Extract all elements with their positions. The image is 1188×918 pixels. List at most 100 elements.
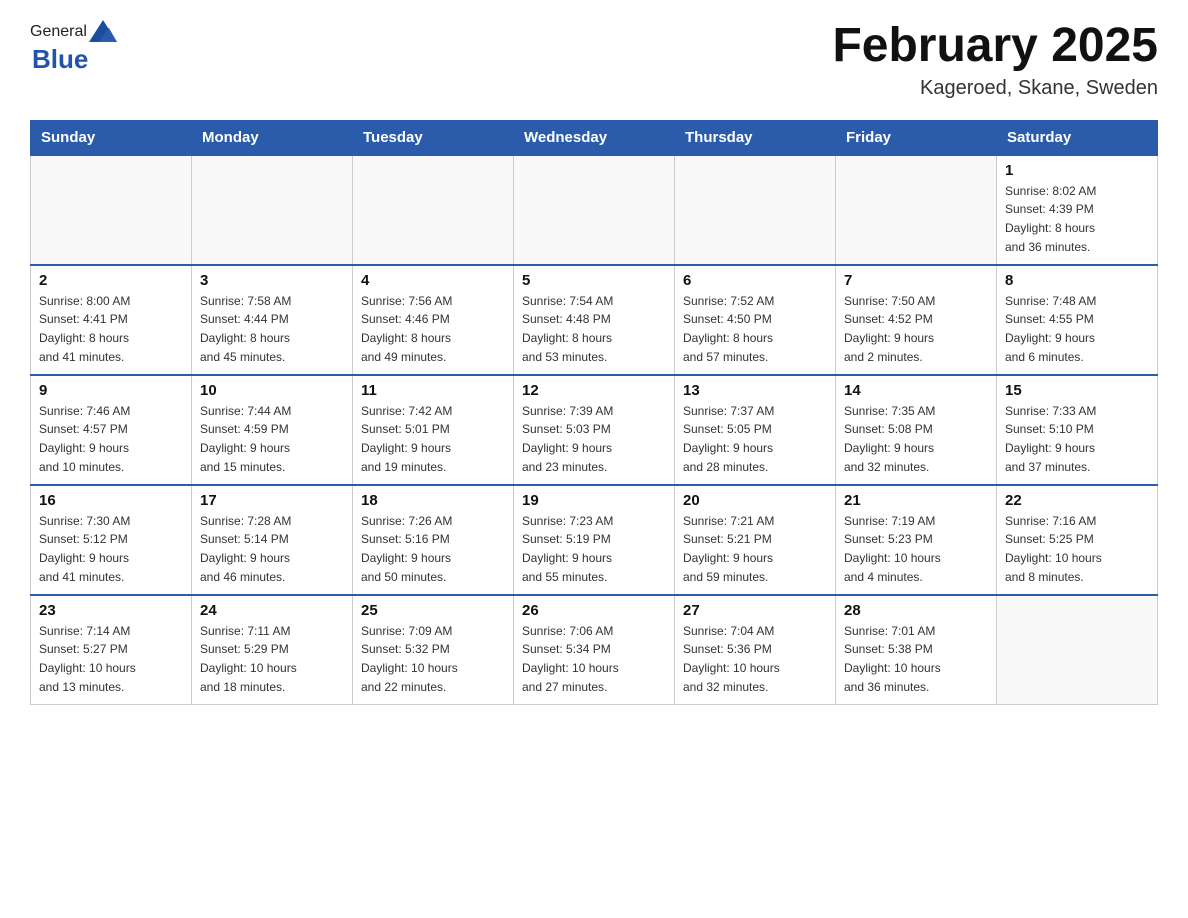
calendar-cell: 13 Sunrise: 7:37 AMSunset: 5:05 PMDayligh…: [675, 375, 836, 485]
calendar-cell: 17 Sunrise: 7:28 AMSunset: 5:14 PMDayligh…: [192, 485, 353, 595]
calendar-cell: [353, 155, 514, 265]
weekday-header-saturday: Saturday: [997, 120, 1158, 155]
calendar-cell: [192, 155, 353, 265]
calendar-cell: [997, 595, 1158, 705]
day-number: 8: [1005, 272, 1149, 289]
day-info: Sunrise: 7:28 AMSunset: 5:14 PMDaylight:…: [200, 512, 344, 586]
calendar-week-row: 1 Sunrise: 8:02 AMSunset: 4:39 PMDaylight…: [31, 155, 1158, 265]
day-number: 6: [683, 272, 827, 289]
weekday-header-thursday: Thursday: [675, 120, 836, 155]
day-info: Sunrise: 7:33 AMSunset: 5:10 PMDaylight:…: [1005, 402, 1149, 476]
calendar-cell: 5 Sunrise: 7:54 AMSunset: 4:48 PMDaylight…: [514, 265, 675, 375]
day-info: Sunrise: 7:09 AMSunset: 5:32 PMDaylight:…: [361, 622, 505, 696]
day-number: 1: [1005, 162, 1149, 179]
day-info: Sunrise: 7:35 AMSunset: 5:08 PMDaylight:…: [844, 402, 988, 476]
day-number: 2: [39, 272, 183, 289]
day-info: Sunrise: 7:46 AMSunset: 4:57 PMDaylight:…: [39, 402, 183, 476]
day-number: 20: [683, 492, 827, 509]
day-number: 10: [200, 382, 344, 399]
logo: General Blue: [30, 20, 117, 75]
day-info: Sunrise: 7:04 AMSunset: 5:36 PMDaylight:…: [683, 622, 827, 696]
calendar-cell: [836, 155, 997, 265]
day-number: 19: [522, 492, 666, 509]
day-info: Sunrise: 7:50 AMSunset: 4:52 PMDaylight:…: [844, 292, 988, 366]
calendar-cell: 11 Sunrise: 7:42 AMSunset: 5:01 PMDayligh…: [353, 375, 514, 485]
day-info: Sunrise: 7:01 AMSunset: 5:38 PMDaylight:…: [844, 622, 988, 696]
calendar-cell: [31, 155, 192, 265]
calendar-cell: 7 Sunrise: 7:50 AMSunset: 4:52 PMDaylight…: [836, 265, 997, 375]
day-number: 17: [200, 492, 344, 509]
calendar-cell: 14 Sunrise: 7:35 AMSunset: 5:08 PMDayligh…: [836, 375, 997, 485]
calendar-cell: 2Sunrise: 8:00 AMSunset: 4:41 PMDaylight…: [31, 265, 192, 375]
day-info: Sunrise: 7:21 AMSunset: 5:21 PMDaylight:…: [683, 512, 827, 586]
day-info: Sunrise: 7:16 AMSunset: 5:25 PMDaylight:…: [1005, 512, 1149, 586]
day-info: Sunrise: 7:14 AMSunset: 5:27 PMDaylight:…: [39, 622, 183, 696]
weekday-header-wednesday: Wednesday: [514, 120, 675, 155]
calendar-subtitle: Kageroed, Skane, Sweden: [832, 77, 1158, 100]
calendar-week-row: 16 Sunrise: 7:30 AMSunset: 5:12 PMDayligh…: [31, 485, 1158, 595]
day-info: Sunrise: 7:56 AMSunset: 4:46 PMDaylight:…: [361, 292, 505, 366]
day-number: 11: [361, 382, 505, 399]
calendar-cell: 1 Sunrise: 8:02 AMSunset: 4:39 PMDaylight…: [997, 155, 1158, 265]
calendar-week-row: 23 Sunrise: 7:14 AMSunset: 5:27 PMDayligh…: [31, 595, 1158, 705]
day-number: 16: [39, 492, 183, 509]
day-info: Sunrise: 7:39 AMSunset: 5:03 PMDaylight:…: [522, 402, 666, 476]
logo-general-text: General: [30, 23, 87, 41]
day-info: Sunrise: 8:02 AMSunset: 4:39 PMDaylight:…: [1005, 182, 1149, 256]
day-number: 4: [361, 272, 505, 289]
calendar-cell: 3 Sunrise: 7:58 AMSunset: 4:44 PMDaylight…: [192, 265, 353, 375]
calendar-cell: 15 Sunrise: 7:33 AMSunset: 5:10 PMDayligh…: [997, 375, 1158, 485]
day-number: 13: [683, 382, 827, 399]
calendar-cell: 8 Sunrise: 7:48 AMSunset: 4:55 PMDaylight…: [997, 265, 1158, 375]
logo-icon: [89, 20, 117, 42]
weekday-header-friday: Friday: [836, 120, 997, 155]
day-number: 15: [1005, 382, 1149, 399]
day-info: Sunrise: 7:11 AMSunset: 5:29 PMDaylight:…: [200, 622, 344, 696]
day-number: 7: [844, 272, 988, 289]
title-block: February 2025 Kageroed, Skane, Sweden: [832, 20, 1158, 100]
calendar-cell: 4 Sunrise: 7:56 AMSunset: 4:46 PMDaylight…: [353, 265, 514, 375]
day-number: 14: [844, 382, 988, 399]
calendar-cell: 27 Sunrise: 7:04 AMSunset: 5:36 PMDayligh…: [675, 595, 836, 705]
calendar-cell: 22 Sunrise: 7:16 AMSunset: 5:25 PMDayligh…: [997, 485, 1158, 595]
calendar-cell: 18 Sunrise: 7:26 AMSunset: 5:16 PMDayligh…: [353, 485, 514, 595]
day-number: 24: [200, 602, 344, 619]
day-number: 26: [522, 602, 666, 619]
day-info: Sunrise: 7:42 AMSunset: 5:01 PMDaylight:…: [361, 402, 505, 476]
calendar-cell: 19 Sunrise: 7:23 AMSunset: 5:19 PMDayligh…: [514, 485, 675, 595]
calendar-cell: 21 Sunrise: 7:19 AMSunset: 5:23 PMDayligh…: [836, 485, 997, 595]
day-number: 28: [844, 602, 988, 619]
day-info: Sunrise: 7:37 AMSunset: 5:05 PMDaylight:…: [683, 402, 827, 476]
day-number: 9: [39, 382, 183, 399]
calendar-week-row: 9 Sunrise: 7:46 AMSunset: 4:57 PMDaylight…: [31, 375, 1158, 485]
calendar-cell: 9 Sunrise: 7:46 AMSunset: 4:57 PMDaylight…: [31, 375, 192, 485]
day-number: 21: [844, 492, 988, 509]
calendar-cell: 10 Sunrise: 7:44 AMSunset: 4:59 PMDayligh…: [192, 375, 353, 485]
day-number: 23: [39, 602, 183, 619]
day-info: Sunrise: 7:44 AMSunset: 4:59 PMDaylight:…: [200, 402, 344, 476]
day-info: Sunrise: 7:52 AMSunset: 4:50 PMDaylight:…: [683, 292, 827, 366]
calendar-cell: 25 Sunrise: 7:09 AMSunset: 5:32 PMDayligh…: [353, 595, 514, 705]
day-number: 18: [361, 492, 505, 509]
day-info: Sunrise: 7:58 AMSunset: 4:44 PMDaylight:…: [200, 292, 344, 366]
weekday-header-row: SundayMondayTuesdayWednesdayThursdayFrid…: [31, 120, 1158, 155]
day-info: Sunrise: 7:26 AMSunset: 5:16 PMDaylight:…: [361, 512, 505, 586]
calendar-cell: 20 Sunrise: 7:21 AMSunset: 5:21 PMDayligh…: [675, 485, 836, 595]
weekday-header-sunday: Sunday: [31, 120, 192, 155]
day-number: 25: [361, 602, 505, 619]
day-info: Sunrise: 7:19 AMSunset: 5:23 PMDaylight:…: [844, 512, 988, 586]
calendar-cell: 6 Sunrise: 7:52 AMSunset: 4:50 PMDaylight…: [675, 265, 836, 375]
day-number: 5: [522, 272, 666, 289]
day-number: 27: [683, 602, 827, 619]
day-info: Sunrise: 7:06 AMSunset: 5:34 PMDaylight:…: [522, 622, 666, 696]
day-info: Sunrise: 7:30 AMSunset: 5:12 PMDaylight:…: [39, 512, 183, 586]
day-number: 22: [1005, 492, 1149, 509]
calendar-cell: [514, 155, 675, 265]
day-info: Sunrise: 7:54 AMSunset: 4:48 PMDaylight:…: [522, 292, 666, 366]
day-number: 3: [200, 272, 344, 289]
calendar-cell: [675, 155, 836, 265]
calendar-table: SundayMondayTuesdayWednesdayThursdayFrid…: [30, 120, 1158, 706]
day-info: Sunrise: 7:48 AMSunset: 4:55 PMDaylight:…: [1005, 292, 1149, 366]
day-info: Sunrise: 7:23 AMSunset: 5:19 PMDaylight:…: [522, 512, 666, 586]
calendar-title: February 2025: [832, 20, 1158, 73]
